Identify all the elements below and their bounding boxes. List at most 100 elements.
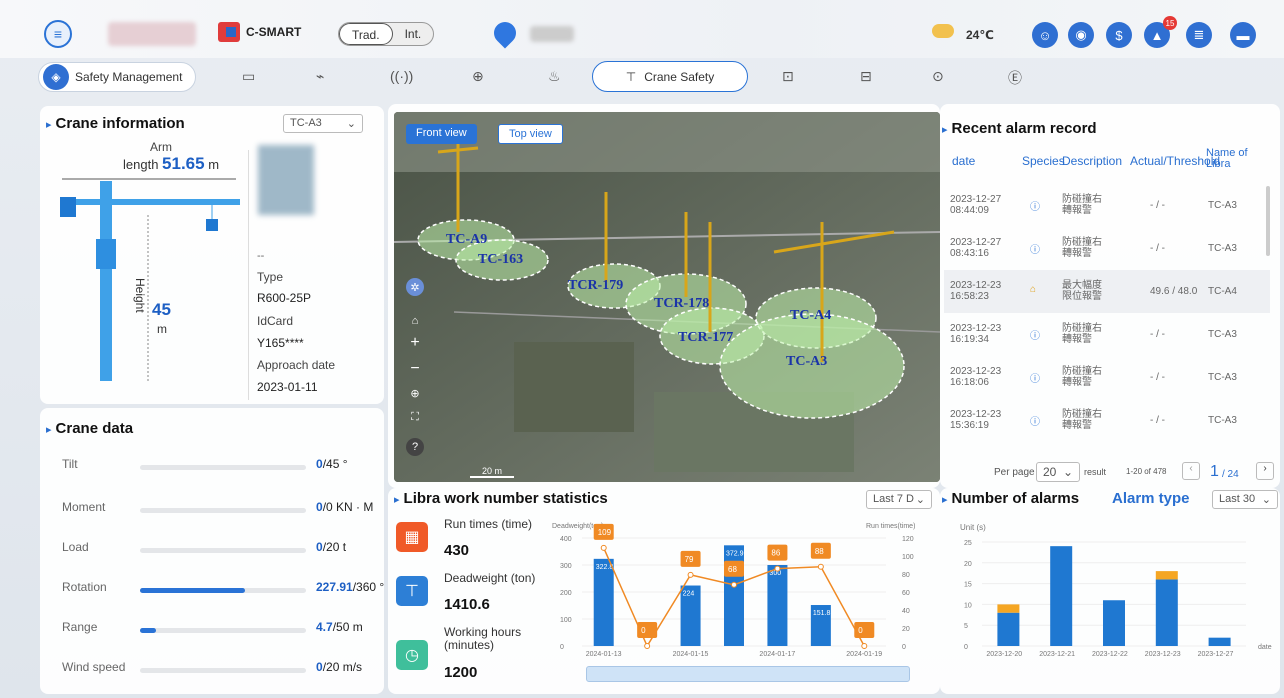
map-crane-label[interactable]: TC-A4: [790, 308, 831, 324]
next-page-button[interactable]: ›: [1256, 462, 1274, 480]
compass-icon[interactable]: ✲: [406, 278, 424, 296]
crane-data-bar: [140, 588, 306, 593]
alarm-bar[interactable]: [1050, 546, 1073, 646]
alarm-date: 2023-12-23: [950, 280, 1002, 291]
exchange-icon[interactable]: $: [1106, 22, 1132, 48]
top-view-button[interactable]: Top view: [498, 124, 563, 144]
mode-switch[interactable]: Trad. Int.: [338, 22, 435, 46]
signal-icon[interactable]: ((·)): [390, 68, 413, 84]
document-icon[interactable]: ≣: [1186, 22, 1212, 48]
alarm-date: 2023-12-23: [950, 409, 1002, 420]
zoom-out-icon[interactable]: −: [406, 360, 424, 378]
lock-icon[interactable]: ⊡: [782, 68, 794, 85]
alarm-libra-name: TC-A3: [1208, 415, 1237, 426]
fullscreen-icon[interactable]: ⛶: [406, 408, 424, 426]
deadweight-bar[interactable]: [724, 545, 744, 646]
brand-mark-icon: [218, 22, 240, 42]
table-row[interactable]: 2023-12-27 08:44:09 ⓘ 防碰撞右轉報警 - / - TC-A3: [944, 184, 1270, 227]
crane-data-max: /45 °: [322, 457, 348, 471]
run-times-point[interactable]: [687, 571, 694, 578]
table-row[interactable]: 2023-12-23 16:19:34 ⓘ 防碰撞右轉報警 - / - TC-A3: [944, 313, 1270, 356]
fire-icon[interactable]: ♨: [548, 68, 561, 85]
front-view-button[interactable]: Front view: [406, 124, 477, 144]
crane-data-bar: [140, 628, 306, 633]
alarm-time: 08:44:09: [950, 205, 989, 216]
vehicle-nav-icon[interactable]: ⌁: [316, 68, 324, 85]
clipboard-icon[interactable]: ⊟: [860, 68, 872, 85]
crane-data-current: 0: [316, 660, 323, 674]
alarm-bar[interactable]: [1103, 600, 1125, 646]
libra-chart: Deadweight(ton) Run times(time)0100200300…: [552, 523, 915, 658]
notification-badge: 15: [1163, 16, 1177, 30]
alarm-bar-stack[interactable]: [997, 604, 1020, 613]
alarm-chart: Unit (s) 0 5 10 15 20 25 date 2023-12-20 2023-12-…: [960, 523, 1272, 658]
map-crane-label[interactable]: TCR-178: [654, 296, 709, 312]
deadweight-bar[interactable]: [767, 565, 788, 646]
map-crane-label[interactable]: TCR-179: [568, 278, 623, 294]
alarm-description: 防碰撞右轉報警: [1062, 409, 1102, 431]
help-icon[interactable]: ?: [406, 438, 424, 456]
per-page-select[interactable]: 20 ⌄: [1036, 462, 1080, 482]
table-row[interactable]: 2023-12-23 15:36:19 ⓘ 防碰撞右轉報警 - / - TC-A3: [944, 399, 1270, 442]
run-times-point[interactable]: [861, 643, 868, 649]
deadweight-bar[interactable]: [593, 558, 614, 646]
map-crane-label[interactable]: TC-163: [478, 252, 523, 268]
arm-length-value: 51.65: [162, 154, 205, 173]
zoom-in-icon[interactable]: +: [406, 334, 424, 352]
map-crane-label[interactable]: TC-A9: [446, 232, 487, 248]
alarm-value: 49.6 / 48.0: [1150, 286, 1198, 297]
tab-crane-safety[interactable]: ⊤ Crane Safety: [592, 61, 748, 92]
run-times-point[interactable]: [817, 563, 824, 570]
table-row[interactable]: 2023-12-23 16:18:06 ⓘ 防碰撞右轉報警 - / - TC-A3: [944, 356, 1270, 399]
alarm-bar[interactable]: [1208, 637, 1231, 646]
blurred-project-name: [108, 22, 196, 46]
header-species: Species: [1022, 154, 1065, 168]
run-times-point[interactable]: [644, 643, 651, 649]
table-row[interactable]: 2023-12-23 16:58:23 ⌂ 最大幅度限位報警 49.6 / 48.0 TC…: [944, 270, 1270, 313]
crane-data-current: 227.91: [316, 580, 353, 594]
x-tick-label: 2023-12-20: [986, 651, 1022, 658]
home-icon[interactable]: ⌂: [406, 312, 424, 330]
alarm-bar-stack[interactable]: [1155, 571, 1178, 580]
vehicle-icon[interactable]: ▬: [1230, 22, 1256, 48]
table-row[interactable]: 2023-12-27 08:43:16 ⓘ 防碰撞右轉報警 - / - TC-A3: [944, 227, 1270, 270]
y2-tick-label: 60: [902, 590, 910, 597]
prev-page-button[interactable]: ‹: [1182, 462, 1200, 480]
alarm-bar[interactable]: [1155, 579, 1178, 646]
alarm-time: 16:19:34: [950, 334, 989, 345]
alarm-scrollbar[interactable]: [1266, 186, 1270, 256]
crane-data-value: 0/20 m/s: [316, 660, 362, 674]
monitor-icon[interactable]: ▭: [242, 68, 255, 85]
y-tick-label: 100: [560, 617, 572, 624]
module-selector[interactable]: ◈ Safety Management: [38, 62, 196, 92]
alarm-bar[interactable]: [997, 612, 1020, 646]
shield-nav-icon[interactable]: ⊙: [932, 68, 944, 85]
mode-int[interactable]: Int.: [393, 23, 434, 45]
y2-tick-label: 20: [902, 626, 910, 633]
run-times-point[interactable]: [600, 544, 607, 551]
y2-axis-label: Run times(time): [866, 523, 915, 530]
crane-data-label: Moment: [62, 500, 106, 514]
alarm-type-tab[interactable]: Alarm type: [1112, 490, 1190, 507]
globe-map-icon[interactable]: ⊕: [406, 384, 424, 402]
run-times-point[interactable]: [774, 565, 781, 572]
map-crane-label[interactable]: TCR-177: [678, 330, 733, 346]
run-times-point[interactable]: [731, 581, 737, 588]
user-icon[interactable]: ☺: [1032, 22, 1058, 48]
deadweight-icon: ⊤: [396, 576, 428, 606]
globe-icon[interactable]: ◉: [1068, 22, 1094, 48]
blurred-location: [530, 26, 574, 42]
electric-icon[interactable]: Ⓔ: [1008, 68, 1022, 88]
run-times-value: 430: [444, 542, 470, 559]
y-tick-label: 5: [964, 623, 968, 630]
alarm-period-select[interactable]: Last 30 ⌄: [1212, 490, 1278, 509]
libra-chart-zoom-slider[interactable]: [586, 666, 910, 682]
map-crane-label[interactable]: TC-A3: [786, 354, 827, 370]
menu-icon[interactable]: ≡: [44, 20, 72, 48]
crane-data-current: 0: [316, 500, 323, 514]
crane-select[interactable]: TC-A3 ⌄: [283, 114, 363, 133]
crane-data-current: 0: [316, 540, 323, 554]
libra-period-select[interactable]: Last 7 D ⌄: [866, 490, 932, 509]
arrow-up-icon[interactable]: ⊕: [472, 68, 484, 85]
mode-trad[interactable]: Trad.: [339, 23, 393, 45]
